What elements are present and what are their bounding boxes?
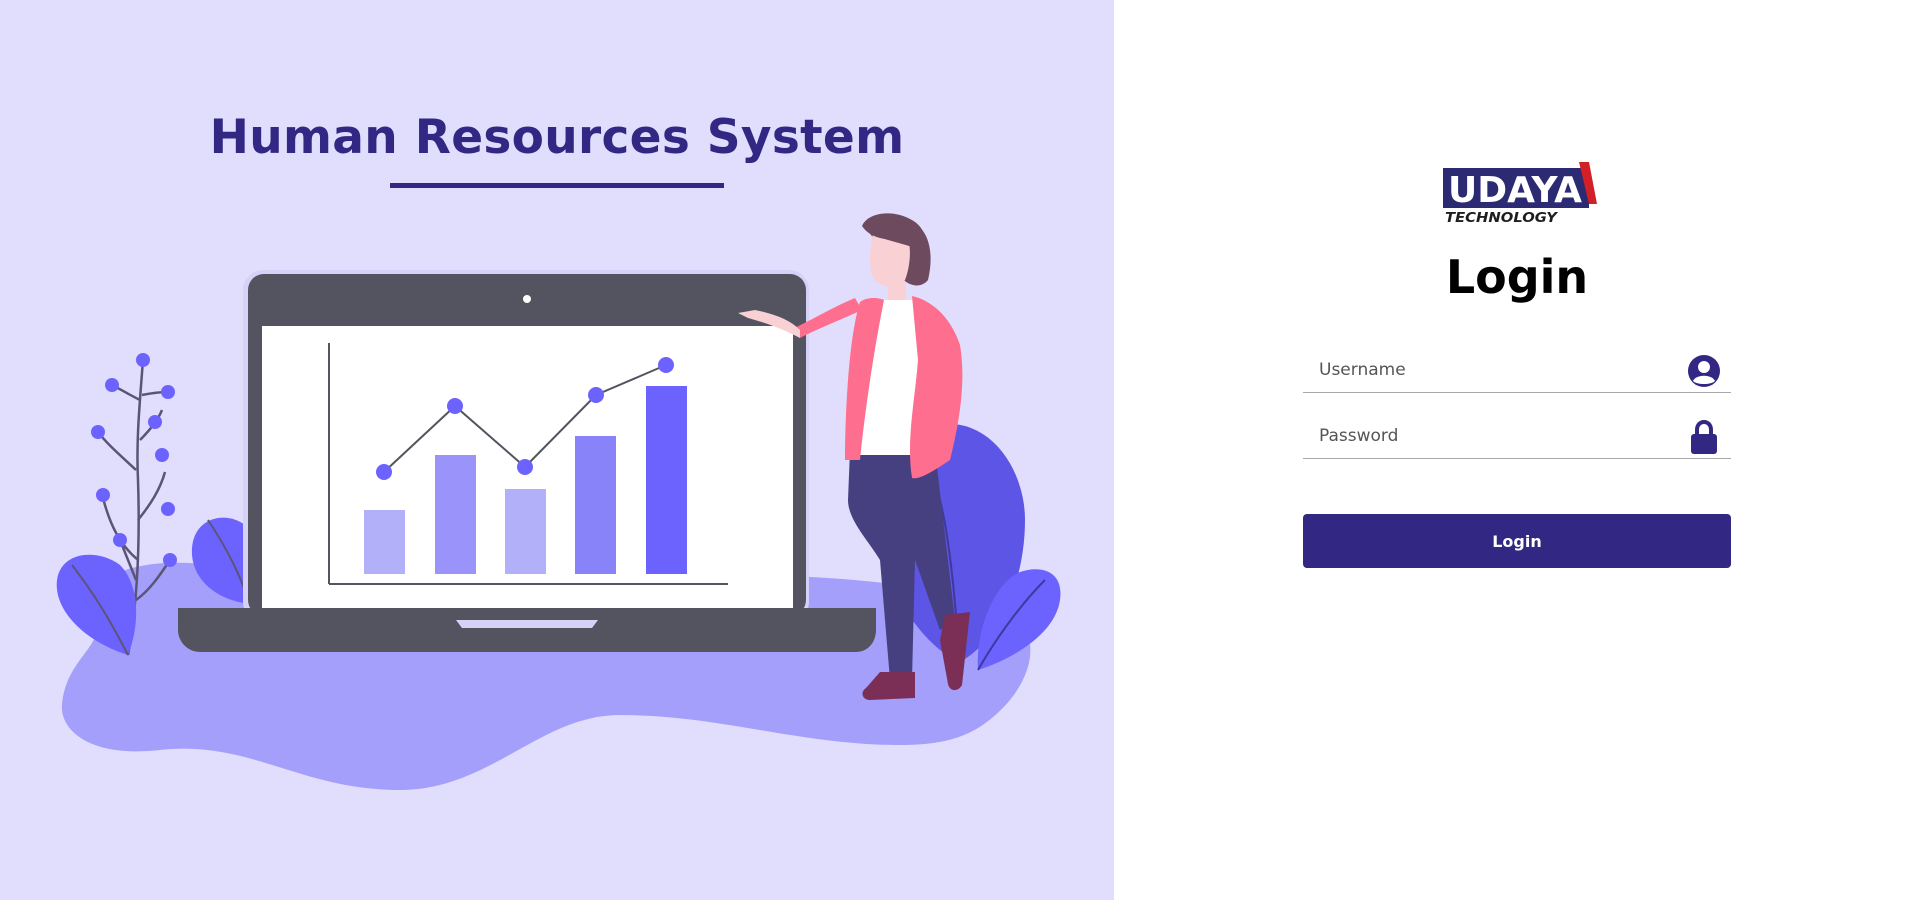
- brand-logo: UDAYA TECHNOLOGY: [1443, 162, 1597, 226]
- screen-bar-1: [364, 510, 405, 574]
- laptop-base: [178, 608, 876, 652]
- left-leaf-large: [56, 554, 137, 655]
- password-field-group: [1303, 414, 1731, 459]
- hero-title-underline: [390, 183, 724, 188]
- lock-icon: [1687, 420, 1721, 454]
- hero-title: Human Resources System: [209, 110, 905, 165]
- screen-bar-5: [646, 386, 687, 574]
- username-input[interactable]: [1303, 349, 1681, 391]
- laptop-notch: [456, 620, 598, 628]
- login-button[interactable]: Login: [1303, 514, 1731, 568]
- screen-bar-3: [505, 489, 546, 574]
- login-panel: UDAYA TECHNOLOGY Login Username Login: [1114, 0, 1920, 900]
- svg-text:TECHNOLOGY: TECHNOLOGY: [1445, 211, 1559, 226]
- username-field-group: [1303, 348, 1731, 393]
- svg-text:UDAYA: UDAYA: [1448, 170, 1582, 211]
- password-input[interactable]: [1303, 415, 1681, 457]
- login-page: Human Resources System UDAYA TECHNOLOGY …: [0, 0, 1920, 900]
- left-plant-berries: [91, 353, 177, 567]
- screen-bar-2: [435, 455, 476, 574]
- screen-bar-4: [575, 436, 616, 574]
- login-heading: Login: [1445, 250, 1589, 304]
- laptop-camera: [523, 295, 531, 303]
- user-circle-icon: [1687, 354, 1721, 388]
- hero-panel: Human Resources System: [0, 0, 1114, 900]
